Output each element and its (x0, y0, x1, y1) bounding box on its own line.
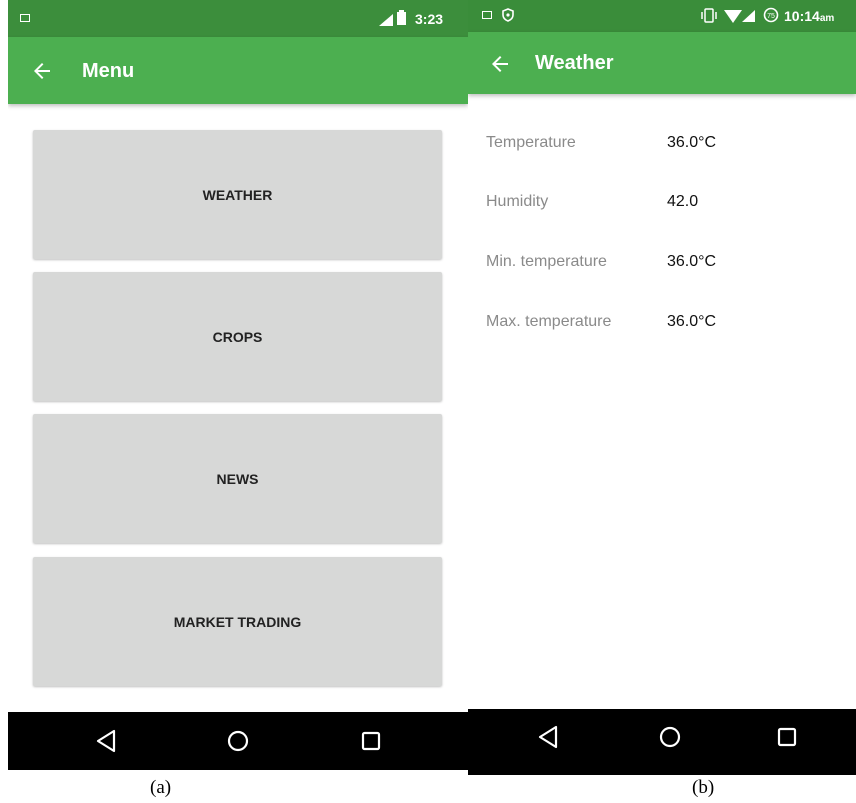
arrow-left-icon[interactable] (488, 52, 512, 76)
vibrate-icon (701, 8, 717, 23)
shield-icon (502, 8, 514, 22)
navigation-bar (468, 709, 856, 775)
min-temperature-label: Min. temperature (486, 253, 607, 270)
max-temperature-label: Max. temperature (486, 313, 612, 330)
menu-screen: 3:23 Menu WEATHER CROPS NEWS MARKET TRAD… (8, 0, 468, 770)
humidity-label: Humidity (486, 193, 549, 210)
status-time: 3:23 (415, 11, 444, 27)
app-bar: Weather (468, 32, 856, 94)
max-temperature-value: 36.0°C (667, 313, 717, 330)
weather-button[interactable]: WEATHER (33, 130, 442, 259)
temperature-label: Temperature (486, 134, 576, 151)
recents-square-icon[interactable] (357, 727, 385, 755)
back-triangle-icon[interactable] (93, 727, 121, 755)
recents-square-icon[interactable] (773, 723, 801, 751)
caption-a: (a) (150, 777, 172, 798)
wifi-icon (724, 10, 742, 23)
image-icon (482, 11, 492, 19)
navigation-bar (8, 712, 468, 770)
signal-icon (379, 14, 393, 26)
arrow-left-icon[interactable] (30, 59, 54, 83)
temperature-value: 36.0°C (667, 134, 717, 151)
min-temperature-value: 36.0°C (667, 253, 717, 270)
status-bar: 3:23 (8, 0, 468, 37)
back-triangle-icon[interactable] (535, 723, 563, 751)
signal-icon (742, 10, 755, 22)
home-circle-icon[interactable] (224, 727, 252, 755)
alarm-icon: 75 (763, 7, 779, 23)
page-title: Weather (535, 52, 614, 74)
status-time: 10:14 (784, 8, 820, 24)
app-bar: Menu (8, 37, 468, 104)
humidity-value: 42.0 (667, 193, 699, 210)
page-title: Menu (82, 60, 135, 82)
news-button[interactable]: NEWS (33, 414, 442, 543)
svg-text:75: 75 (767, 13, 775, 20)
caption-b: (b) (692, 777, 715, 798)
status-time-suffix: am (819, 13, 835, 24)
weather-screen: 75 10:14am Weather Temperature 36.0°C Hu… (468, 0, 856, 775)
battery-icon (397, 10, 406, 25)
crops-button[interactable]: CROPS (33, 272, 442, 401)
home-circle-icon[interactable] (656, 723, 684, 751)
market-trading-button[interactable]: MARKET TRADING (33, 557, 442, 686)
image-icon (20, 14, 30, 22)
status-bar: 75 10:14am (468, 0, 856, 32)
